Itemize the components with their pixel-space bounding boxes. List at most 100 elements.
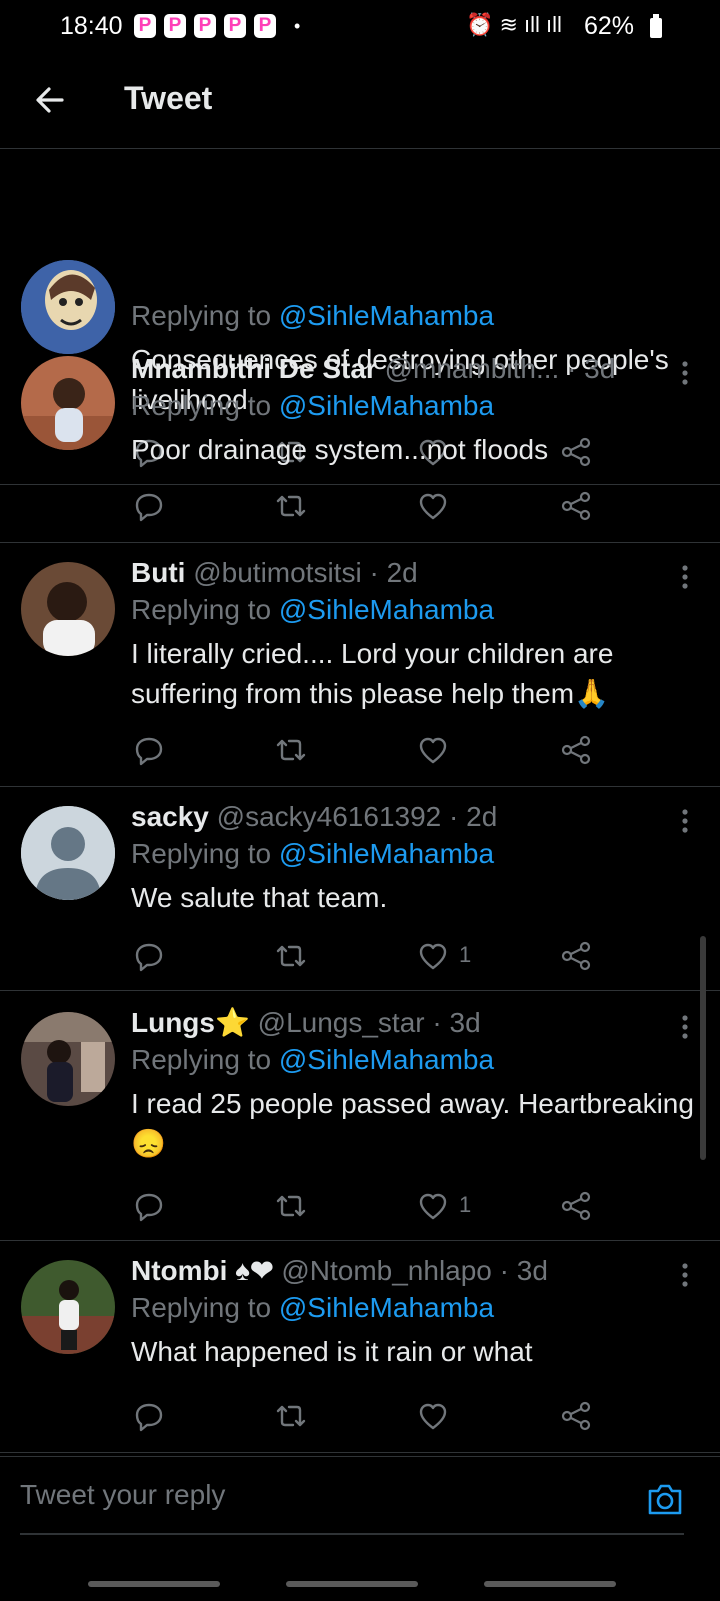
tweet-time: · 2d [449,801,498,832]
tweet-actions: 1 [131,1188,611,1224]
tweet-body: Lungs⭐ @Lungs_star · 3d Replying to @Sih… [131,1006,700,1164]
like-icon[interactable] [419,1398,447,1434]
reply-icon[interactable] [135,938,163,974]
like-icon[interactable] [419,488,447,524]
tweet-author: Mnambithi De Star @mnambith... · 3d [131,352,700,386]
reply-feed[interactable]: Replying to @SihleMahamba Consequences o… [0,148,720,1454]
tweet-text: I read 25 people passed away. Heartbreak… [131,1088,694,1159]
author-name[interactable]: Ntombi ♠❤ [131,1255,274,1286]
share-icon[interactable] [561,1398,591,1434]
replying-to: Replying to @SihleMahamba [131,300,495,331]
author-name[interactable]: Mnambithi De Star [131,353,377,384]
reply-icon[interactable] [135,1188,163,1224]
tweet-item[interactable]: Ntombi ♠❤ @Ntomb_nhlapo · 3d Replying to… [0,1240,720,1453]
notification-badge: P [254,14,276,38]
tweet-item[interactable]: Buti @butimotsitsi · 2d Replying to @Sih… [0,542,720,787]
tweet-time: · 2d [369,557,418,588]
like-count: 1 [459,1192,472,1217]
avatar[interactable] [21,356,115,450]
reply-composer: Tweet your reply [0,1456,720,1601]
reply-input[interactable]: Tweet your reply [20,1479,225,1511]
tweet-body: sacky @sacky46161392 · 2d Replying to @S… [131,800,700,918]
system-nav-back[interactable] [484,1581,616,1587]
retweet-icon[interactable] [275,1188,307,1224]
notification-badge: P [164,14,186,38]
like-icon[interactable] [419,1188,447,1224]
tweet-text: We salute that team. [131,882,388,913]
battery-level: 62% [584,12,635,40]
share-icon[interactable] [561,938,591,974]
retweet-icon[interactable] [275,1398,307,1434]
tweet-actions [131,488,611,524]
replying-to-handle[interactable]: @SihleMahamba [279,1292,494,1323]
replying-to: Replying to @SihleMahamba [131,1292,495,1323]
camera-icon[interactable] [646,1481,684,1517]
share-icon[interactable] [561,1188,591,1224]
clock: 18:40 [60,12,123,40]
reply-icon[interactable] [135,1398,163,1434]
tweet-time: · 3d [499,1255,548,1286]
tweet-author: Buti @butimotsitsi · 2d [131,556,700,590]
replying-to-handle[interactable]: @SihleMahamba [279,838,494,869]
tweet-body: Buti @butimotsitsi · 2d Replying to @Sih… [131,556,700,714]
notification-badge: P [134,14,156,38]
retweet-icon[interactable] [275,488,307,524]
like-icon[interactable] [419,938,447,974]
author-name[interactable]: Buti [131,557,185,588]
tweet-text: What happened is it rain or what [131,1336,533,1367]
share-icon[interactable] [561,732,591,768]
scrollbar-thumb[interactable] [700,936,706,1160]
like-button[interactable]: 1 [419,1188,479,1224]
replying-to-handle[interactable]: @SihleMahamba [279,1044,494,1075]
avatar[interactable] [21,1260,115,1354]
share-icon[interactable] [561,488,591,524]
like-button[interactable]: 1 [419,938,479,974]
status-bar: 18:40 P P P P P • ⏰ ≋ ıll ıll 62% [0,0,720,56]
reply-divider [20,1533,684,1535]
tweet-author: Ntombi ♠❤ @Ntomb_nhlapo · 3d [131,1254,700,1288]
tweet-actions: 1 [131,938,611,974]
tweet-time: · 3d [432,1007,481,1038]
like-icon[interactable] [419,732,447,768]
default-avatar[interactable] [21,806,115,900]
author-handle[interactable]: @sacky46161392 [217,801,442,832]
reply-icon[interactable] [135,488,163,524]
like-count: 1 [459,942,472,967]
tweet-text: Poor drainage system...not floods [131,434,549,465]
author-handle[interactable]: @mnambith... [385,353,560,384]
tweet-item[interactable]: Mnambithi De Star @mnambith... · 3d Repl… [0,338,720,543]
replying-to-handle[interactable]: @SihleMahamba [279,594,494,625]
tweet-item[interactable]: sacky @sacky46161392 · 2d Replying to @S… [0,786,720,991]
replying-to-handle[interactable]: @SihleMahamba [279,390,494,421]
author-name[interactable]: sacky [131,801,209,832]
retweet-icon[interactable] [275,938,307,974]
replying-to: Replying to @SihleMahamba [131,594,495,625]
status-dot: • [294,16,301,36]
author-handle[interactable]: @Lungs_star [258,1007,425,1038]
author-handle[interactable]: @butimotsitsi [193,557,361,588]
system-nav-home[interactable] [286,1581,418,1587]
tweet-body: Ntombi ♠❤ @Ntomb_nhlapo · 3d Replying to… [131,1254,700,1372]
tweet-author: sacky @sacky46161392 · 2d [131,800,700,834]
tweet-actions [131,1398,611,1434]
replying-to: Replying to @SihleMahamba [131,1044,495,1075]
replying-to-handle[interactable]: @SihleMahamba [279,300,494,331]
tweet-actions [131,732,611,768]
author-name[interactable]: Lungs⭐ [131,1007,250,1038]
author-handle[interactable]: @Ntomb_nhlapo [281,1255,492,1286]
replying-to: Replying to @SihleMahamba [131,390,495,421]
tweet-text: I literally cried.... Lord your children… [131,638,614,709]
top-app-bar: Tweet [0,56,720,149]
retweet-icon[interactable] [275,732,307,768]
notification-badge: P [224,14,246,38]
avatar[interactable] [21,562,115,656]
reply-icon[interactable] [135,732,163,768]
system-nav-recents[interactable] [88,1581,220,1587]
back-arrow-icon[interactable] [30,80,70,120]
tweet-item[interactable]: Lungs⭐ @Lungs_star · 3d Replying to @Sih… [0,990,720,1241]
replying-to: Replying to @SihleMahamba [131,838,495,869]
battery-icon [650,14,662,38]
page-title: Tweet [124,80,213,116]
avatar[interactable] [21,1012,115,1106]
notification-badge: P [194,14,216,38]
